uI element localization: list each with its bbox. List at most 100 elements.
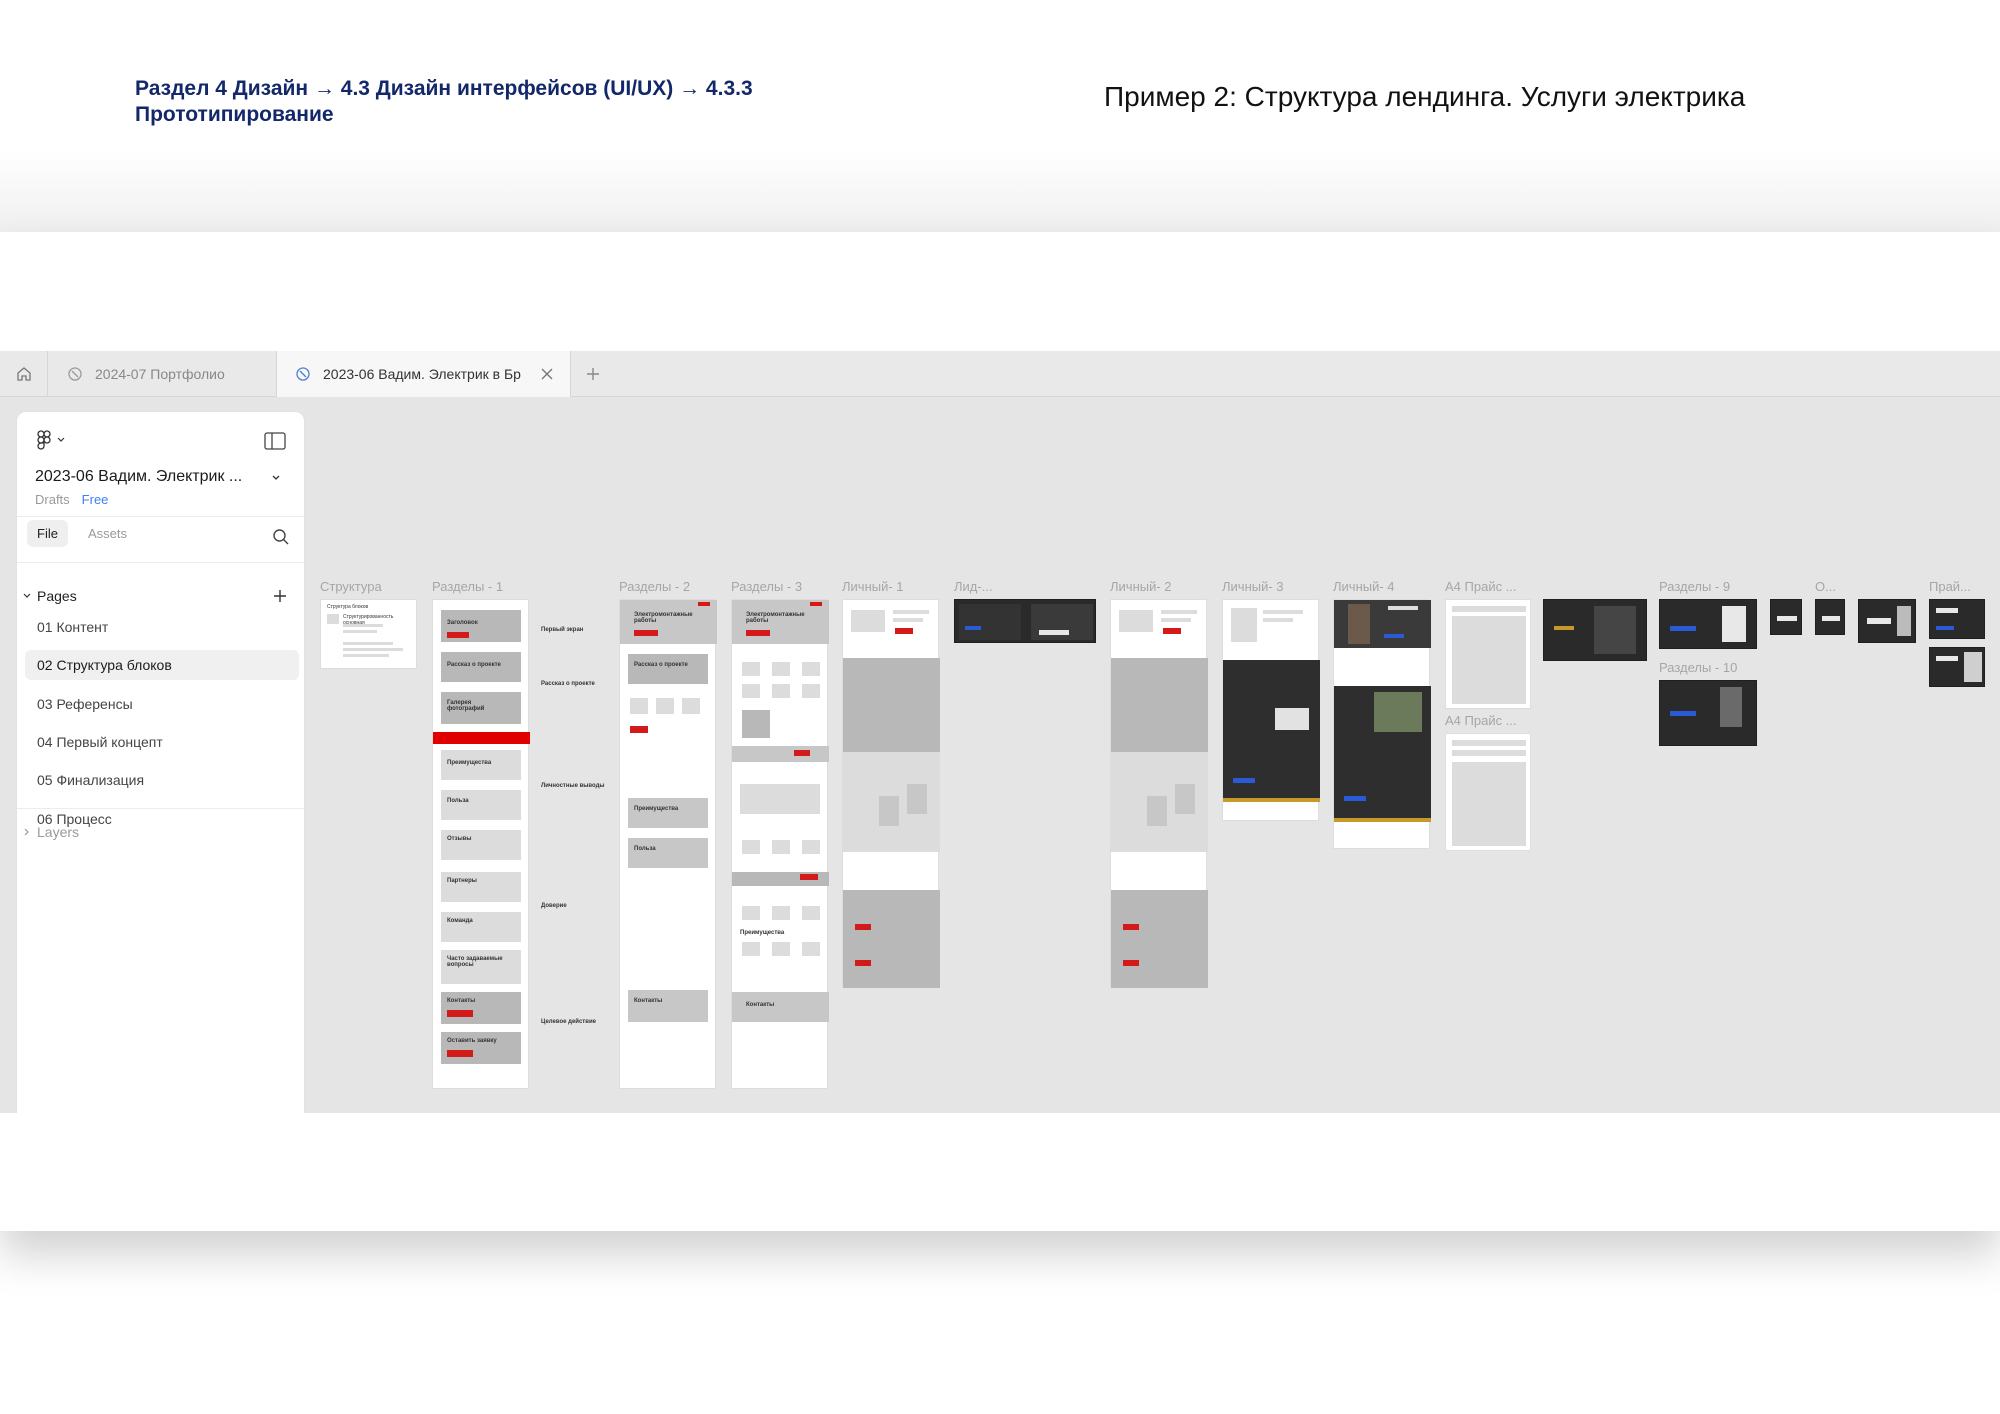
image-placeholder xyxy=(682,698,700,714)
frame-label[interactable]: Разделы - 2 xyxy=(619,579,690,594)
frame-label[interactable]: Личный- 3 xyxy=(1222,579,1284,594)
block-label: Польза xyxy=(447,798,469,804)
image-placeholder xyxy=(742,906,760,920)
figma-menu-button[interactable] xyxy=(37,430,65,450)
frame-personal-2[interactable] xyxy=(1110,599,1208,988)
frame-personal-3[interactable] xyxy=(1222,599,1320,821)
chevron-down-icon[interactable] xyxy=(270,472,282,484)
frame-price-small-1[interactable] xyxy=(1929,599,1985,639)
wire-line xyxy=(343,654,389,657)
page-item-blocks-structure[interactable]: 02 Структура блоков xyxy=(25,650,299,680)
cta-button xyxy=(634,630,658,636)
add-page-plus-icon[interactable] xyxy=(272,588,288,604)
annotation: Личностные выводы xyxy=(541,783,605,789)
price-table xyxy=(1452,762,1526,846)
annotation: Доверие xyxy=(541,903,567,909)
frame-small[interactable] xyxy=(1770,599,1802,635)
new-tab-plus-icon[interactable] xyxy=(582,363,604,385)
wire-line xyxy=(1161,618,1191,622)
photo-placeholder xyxy=(1348,604,1370,644)
wire-line xyxy=(1452,740,1526,746)
block-label: Преимущества xyxy=(740,930,785,936)
search-icon[interactable] xyxy=(272,528,290,546)
highlight-bar xyxy=(433,732,530,744)
frame-lead[interactable] xyxy=(954,599,1096,643)
frame-label[interactable]: Личный- 2 xyxy=(1110,579,1172,594)
file-meta: Drafts Free xyxy=(35,492,108,507)
figma-window: 2024-07 Портфолио 2023-06 Вадим. Электри… xyxy=(0,351,2000,1113)
frame-label[interactable]: Разделы - 3 xyxy=(731,579,802,594)
frame-label[interactable]: Структура xyxy=(320,579,382,594)
footer-strip xyxy=(1223,798,1320,802)
frame-small-2[interactable] xyxy=(1858,599,1916,643)
close-icon[interactable] xyxy=(538,365,556,383)
frame-price-a4-1[interactable] xyxy=(1445,599,1531,709)
chevron-down-icon xyxy=(23,593,31,598)
page-item-content[interactable]: 01 Контент xyxy=(25,612,299,642)
layers-section-header[interactable]: Layers xyxy=(23,824,79,840)
frame-personal-1[interactable] xyxy=(842,599,940,988)
block-label: Польза xyxy=(634,846,656,852)
home-tab[interactable] xyxy=(0,351,48,397)
frame-price-small-2[interactable] xyxy=(1929,647,1985,687)
figma-logo-icon xyxy=(37,430,51,450)
frame-o[interactable] xyxy=(1815,599,1845,635)
frame-label[interactable]: Лид-... xyxy=(954,579,993,594)
frame-label[interactable]: О... xyxy=(1815,579,1836,594)
wire-line xyxy=(1161,610,1197,614)
frame-sections-1[interactable]: Заголовок Рассказ о проекте Галерея фото… xyxy=(432,599,530,1089)
pages-section-header[interactable]: Pages xyxy=(23,588,77,604)
panel-toggle-icon[interactable] xyxy=(264,432,286,450)
drafts-label[interactable]: Drafts xyxy=(35,492,70,507)
cta-button xyxy=(800,874,818,880)
section-block xyxy=(628,838,708,868)
input-field xyxy=(1936,608,1958,613)
page-item-references[interactable]: 03 Референсы xyxy=(25,689,299,719)
frame-label[interactable]: A4 Прайс ... xyxy=(1445,713,1517,728)
image-placeholder xyxy=(1275,708,1309,730)
cta-button xyxy=(794,750,810,756)
input-field xyxy=(1777,616,1797,621)
frame-label[interactable]: A4 Прайс ... xyxy=(1445,579,1517,594)
frame-personal-4[interactable] xyxy=(1333,599,1431,849)
file-name[interactable]: 2023-06 Вадим. Электрик ... xyxy=(35,468,242,486)
tab-portfolio[interactable]: 2024-07 Портфолио xyxy=(49,351,277,397)
image-placeholder xyxy=(772,684,790,698)
image-placeholder xyxy=(772,906,790,920)
screen-thumb xyxy=(1594,606,1636,654)
frame-label[interactable]: Прай... xyxy=(1929,579,1971,594)
frame-label[interactable]: Разделы - 10 xyxy=(1659,660,1737,675)
image-placeholder xyxy=(802,840,820,854)
image-placeholder xyxy=(742,710,770,738)
cta-button xyxy=(1123,924,1139,930)
image-placeholder xyxy=(907,784,927,814)
frame-sections-2[interactable]: Электромонтажные работы Рассказ о проект… xyxy=(619,599,717,1089)
frame-price-a4-2[interactable] xyxy=(1445,733,1531,851)
section-block xyxy=(628,654,708,684)
section-block xyxy=(843,890,940,988)
tab-file[interactable]: File xyxy=(27,520,68,547)
cta-button xyxy=(1936,626,1954,630)
cta-button xyxy=(1233,778,1255,783)
tab-electrician[interactable]: 2023-06 Вадим. Электрик в Бр xyxy=(277,351,571,397)
frame-sections-10[interactable] xyxy=(1659,680,1757,746)
block-label: Партнеры xyxy=(447,878,477,884)
cta-button xyxy=(746,630,770,636)
tab-assets[interactable]: Assets xyxy=(78,520,137,547)
photo-placeholder xyxy=(1231,608,1257,642)
frame-structure[interactable]: Структура блоков Структурированность осн… xyxy=(320,599,417,669)
image-placeholder xyxy=(802,906,820,920)
block-label: Галерея фотографий xyxy=(447,700,485,712)
page-item-first-concept[interactable]: 04 Первый концепт xyxy=(25,727,299,757)
block-label: Электромонтажные работы xyxy=(634,612,693,624)
frame-label[interactable]: Личный- 4 xyxy=(1333,579,1395,594)
frame-dark-preview[interactable] xyxy=(1543,599,1647,661)
frame-label[interactable]: Разделы - 9 xyxy=(1659,579,1730,594)
frame-label[interactable]: Личный- 1 xyxy=(842,579,904,594)
frame-label[interactable]: Разделы - 1 xyxy=(432,579,503,594)
wire-line xyxy=(1263,610,1303,614)
frame-sections-3[interactable]: Электромонтажные работы Преимущества Кон… xyxy=(731,599,829,1089)
frame-sections-9[interactable] xyxy=(1659,599,1757,649)
page-item-finalization[interactable]: 05 Финализация xyxy=(25,765,299,795)
block-label: Рассказ о проекте xyxy=(447,662,501,668)
